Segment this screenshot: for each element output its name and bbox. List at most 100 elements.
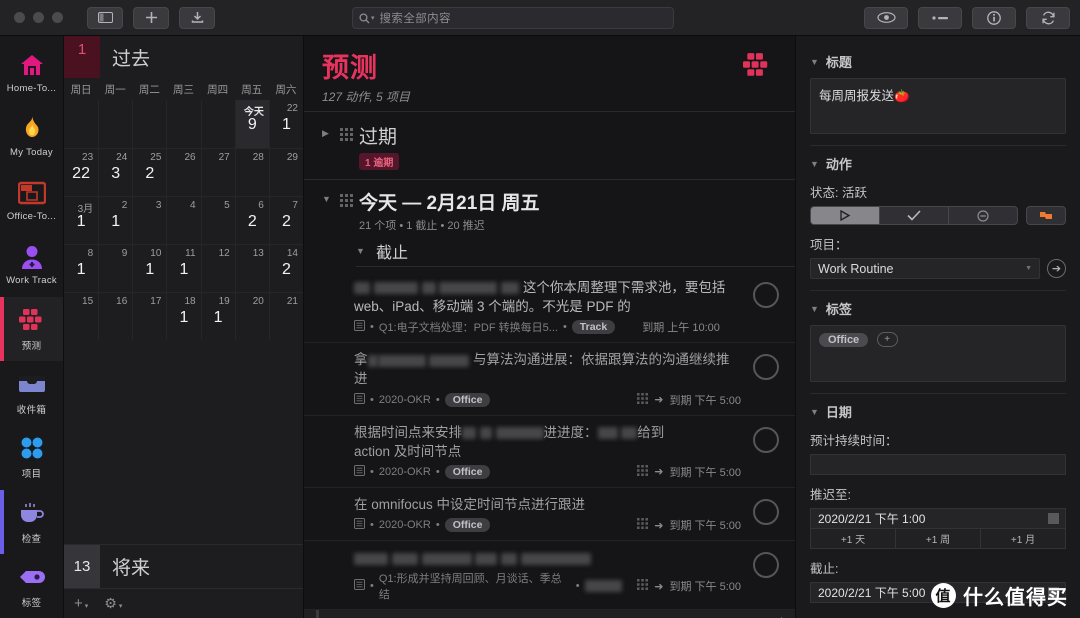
flag-list-icon[interactable] [918, 6, 962, 29]
calendar-day-cell[interactable] [200, 100, 235, 148]
calendar-day-cell[interactable]: 16 [98, 293, 132, 340]
calendar-day-cell[interactable] [98, 100, 132, 148]
sidebar-item-forecast[interactable]: 预测 [0, 296, 63, 362]
duration-input[interactable] [810, 454, 1066, 475]
calendar-day-cell[interactable]: 9 [98, 245, 132, 292]
tag-chip[interactable]: Office [819, 333, 869, 347]
task-checkbox[interactable] [753, 426, 779, 453]
calendar-future-header[interactable]: 13 将来 [64, 544, 303, 589]
calendar-day-cell[interactable]: 18 1 [166, 293, 200, 340]
info-icon[interactable] [972, 6, 1016, 29]
calendar-day-cell[interactable]: 21 [98, 197, 132, 244]
calendar-day-cell[interactable]: 29 [268, 149, 303, 196]
calendar-day-cell[interactable] [166, 100, 200, 148]
task-title-input[interactable]: 每周周报发送🍅 [810, 78, 1066, 134]
calendar-icon[interactable] [1048, 513, 1059, 524]
calendar-day-cell[interactable]: 3 [132, 197, 166, 244]
go-to-project-button[interactable]: ➔ [1047, 259, 1066, 278]
sidebar-item-tags[interactable]: 标签 [0, 554, 63, 618]
calendar-day-cell[interactable] [132, 100, 166, 148]
inbox-download-icon[interactable] [179, 6, 215, 29]
task-row[interactable]: • Q1:形成并坚持周回顾、月谈话、季总结 • ➜ 到期 下午 5:00 [304, 541, 795, 611]
defer-date-input[interactable]: 2020/2/21 下午 1:00 [810, 508, 1066, 529]
task-row[interactable]: 根据时间点来安排 进进度： 给到 action 及时间节点 • 2020-OKR • Of… [304, 416, 795, 488]
task-tag[interactable]: Office [444, 518, 491, 533]
calendar-day-cell[interactable]: 72 [268, 197, 303, 244]
calendar-day-cell[interactable]: 17 [132, 293, 166, 340]
task-row[interactable]: 这个你本周整理下需求池，要包括web、iPad、移动端 3 个端的。不光是 PD… [304, 271, 795, 344]
calendar-day-cell[interactable]: 21 [268, 293, 303, 340]
drag-handle-icon[interactable] [340, 188, 353, 212]
project-select[interactable]: Work Routine ▼ [810, 258, 1040, 279]
status-active-option[interactable] [811, 207, 879, 224]
flag-button[interactable] [1026, 206, 1066, 225]
defer-plus-one-day[interactable]: +1 天 [811, 529, 895, 548]
add-icon[interactable] [133, 6, 169, 29]
drag-handle-icon[interactable] [637, 579, 649, 593]
maximize-button[interactable] [52, 12, 63, 23]
chevron-down-icon[interactable]: ▼ [810, 159, 819, 169]
task-checkbox[interactable] [753, 552, 779, 579]
calendar-past-header[interactable]: 1 过去 [64, 36, 303, 78]
sidebar-item-home-todo[interactable]: Home-To... [0, 40, 63, 104]
calendar-day-cell[interactable]: 81 [64, 245, 98, 292]
search-field-wrapper[interactable]: ▾ 搜索全部内容 [352, 7, 674, 29]
task-row[interactable]: 拿 与算法沟通进展：依据跟算法的沟通继续推进 • 2020-OKR • Office ➜ 到… [304, 343, 795, 416]
close-button[interactable] [14, 12, 25, 23]
view-eye-icon[interactable] [864, 6, 908, 29]
calendar-day-cell[interactable]: 14 2 [268, 245, 303, 292]
sidebar-item-inbox[interactable]: 收件箱 [0, 361, 63, 425]
calendar-day-cell[interactable]: 今天 9 [234, 100, 269, 148]
chevron-down-icon[interactable]: ▼ [356, 246, 368, 256]
sidebar-item-my-today[interactable]: My Today [0, 104, 63, 168]
sidebar-item-projects[interactable]: 项目 [0, 425, 63, 489]
calendar-day-cell[interactable]: 28 [234, 149, 269, 196]
calendar-day-cell[interactable]: 4 [166, 197, 200, 244]
calendar-day-cell[interactable]: 19 1 [200, 293, 235, 340]
sidebar-item-office-todo[interactable]: Office-To... [0, 168, 63, 232]
calendar-day-cell[interactable]: 11 1 [166, 245, 200, 292]
chevron-down-icon[interactable]: ▼ [810, 407, 819, 417]
chevron-down-icon[interactable]: ▼ [810, 57, 819, 67]
calendar-day-cell[interactable]: 24 3 [98, 149, 132, 196]
calendar-day-cell[interactable]: 3月 1 [64, 197, 98, 244]
inspector-section-title[interactable]: ▼ 标题 [810, 52, 1066, 71]
inspector-section-tags[interactable]: ▼ 标签 [810, 299, 1066, 318]
calendar-day-cell[interactable]: 15 [64, 293, 98, 340]
task-tag[interactable]: Office [444, 392, 491, 407]
calendar-day-cell[interactable]: 23 22 [64, 149, 98, 196]
sidebar-toggle-icon[interactable] [87, 6, 123, 29]
sidebar-item-work-track[interactable]: Work Track [0, 233, 63, 297]
calendar-day-cell[interactable]: 26 [166, 149, 200, 196]
chevron-down-icon[interactable]: ▼ [322, 188, 334, 204]
calendar-day-cell[interactable]: 20 [234, 293, 269, 340]
chevron-down-icon[interactable]: ▼ [810, 304, 819, 314]
chevron-right-icon[interactable]: ▶ [322, 122, 334, 139]
calendar-day-cell[interactable]: 5 [200, 197, 235, 244]
minimize-button[interactable] [33, 12, 44, 23]
sidebar-item-review[interactable]: 检查 [0, 489, 63, 554]
defer-plus-one-month[interactable]: +1 月 [980, 529, 1065, 548]
settings-gear-button[interactable]: ⚙ ▾ [104, 595, 122, 612]
group-today[interactable]: ▼ 今天 — 2月21日 周五 21 个项 • 1 截止 • 20 推迟 ▼ 截… [304, 180, 795, 271]
calendar-day-cell[interactable]: 27 [200, 149, 235, 196]
status-completed-option[interactable] [879, 207, 948, 224]
drag-handle-icon[interactable] [637, 464, 649, 479]
task-checkbox[interactable] [753, 282, 779, 308]
calendar-day-cell[interactable]: 10 1 [132, 245, 166, 292]
calendar-day-cell[interactable]: 62 [234, 197, 269, 244]
drag-handle-icon[interactable] [637, 518, 649, 532]
inspector-section-dates[interactable]: ▼ 日期 [810, 402, 1066, 421]
section-due[interactable]: ▼ 截止 [356, 239, 795, 267]
task-tag[interactable]: Track [571, 320, 616, 335]
sync-icon[interactable] [1026, 6, 1070, 29]
status-dropped-option[interactable] [948, 207, 1017, 224]
add-tag-button[interactable]: + [876, 332, 898, 348]
drag-handle-icon[interactable] [340, 122, 353, 146]
search-input[interactable]: ▾ 搜索全部内容 [352, 7, 674, 29]
calendar-day-cell[interactable] [64, 100, 98, 148]
tags-field[interactable]: Office + [810, 325, 1066, 382]
defer-plus-one-week[interactable]: +1 周 [895, 529, 980, 548]
inspector-section-action[interactable]: ▼ 动作 [810, 154, 1066, 173]
calendar-day-cell[interactable]: 25 2 [132, 149, 166, 196]
